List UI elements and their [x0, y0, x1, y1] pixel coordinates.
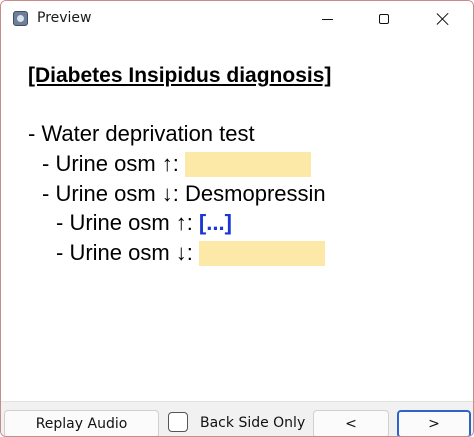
card-line: - Water deprivation test	[28, 121, 255, 147]
line-text: - Urine osm ↑:	[56, 210, 193, 235]
card-line: - Urine osm ↑:	[42, 151, 311, 177]
card-line: - Urine osm ↑: [...]	[56, 210, 232, 236]
app-icon	[13, 11, 28, 26]
card-line: - Urine osm ↓: Desmopressin	[42, 181, 326, 207]
active-cloze: [...]	[198, 210, 232, 235]
hidden-cloze-box	[198, 240, 325, 266]
maximize-icon	[379, 14, 389, 24]
previous-button[interactable]: <	[313, 410, 389, 436]
hidden-cloze-box	[184, 151, 311, 177]
card-heading: [Diabetes Insipidus diagnosis]	[28, 64, 332, 87]
bottom-toolbar: Replay Audio Back Side Only < >	[1, 401, 473, 436]
minimize-button[interactable]	[304, 1, 350, 37]
replay-audio-button[interactable]: Replay Audio	[4, 410, 159, 436]
back-side-only-label: Back Side Only	[200, 415, 306, 431]
line-text: - Urine osm ↑:	[42, 151, 179, 176]
close-button[interactable]	[420, 1, 466, 37]
line-text: - Water deprivation test	[28, 121, 255, 146]
line-text: - Urine osm ↓:	[56, 240, 193, 265]
card-line: - Urine osm ↓:	[56, 240, 325, 266]
minimize-icon	[321, 18, 333, 20]
card-content: [Diabetes Insipidus diagnosis] - Water d…	[1, 37, 473, 401]
title-bar: Preview	[1, 1, 473, 37]
next-button[interactable]: >	[397, 410, 471, 436]
back-side-only-checkbox[interactable]	[168, 412, 188, 432]
close-icon	[436, 12, 450, 26]
maximize-button[interactable]	[361, 1, 407, 37]
line-text: - Urine osm ↓: Desmopressin	[42, 181, 326, 206]
window-title: Preview	[37, 10, 92, 26]
preview-window: Preview [Diabetes Insipidus diagnosis] -…	[0, 0, 474, 437]
